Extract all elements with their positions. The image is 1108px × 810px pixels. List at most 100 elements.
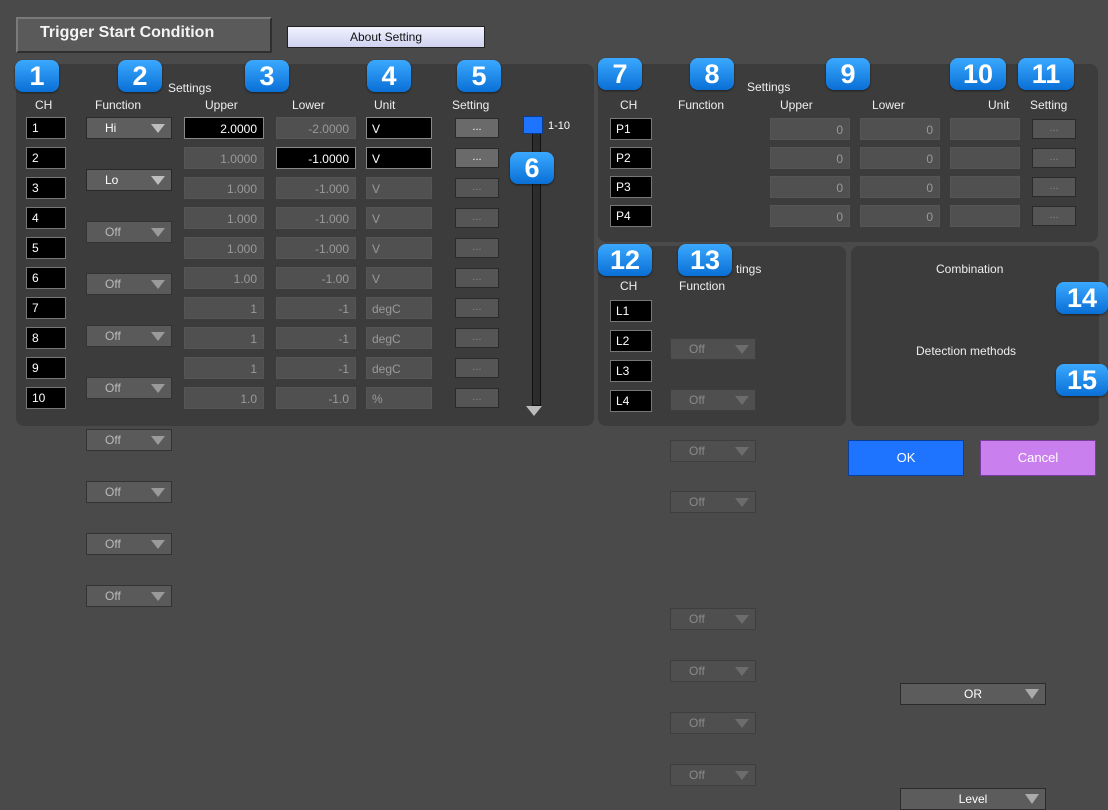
callout-badge-9: 9 [826,58,870,90]
pulse-function-dropdown[interactable]: Off [670,389,756,411]
setting-button[interactable]: ... [455,388,499,408]
lower-input[interactable]: -1.000 [276,177,356,199]
detection-method-dropdown[interactable]: Level [900,788,1046,810]
upper-input[interactable]: 1.0 [184,387,264,409]
pulse-upper-input[interactable]: 0 [770,118,850,140]
unit-field[interactable]: degC [366,357,432,379]
pulse-setting-button[interactable]: ... [1032,148,1076,168]
unit-field[interactable]: V [366,267,432,289]
function-dropdown[interactable]: Off [86,221,172,243]
function-dropdown[interactable]: Off [86,273,172,295]
logic-function-dropdown[interactable]: Off [670,660,756,682]
header-upper: Upper [205,98,238,112]
lower-input[interactable]: -1 [276,357,356,379]
lower-input[interactable]: -1.0000 [276,147,356,169]
pulse-function-dropdown[interactable]: Off [670,491,756,513]
pulse-function-dropdown[interactable]: Off [670,440,756,462]
function-value: Hi [105,121,117,135]
pulse-unit-field[interactable] [950,147,1020,169]
combination-label: Combination [936,262,1004,276]
pulse-lower-input[interactable]: 0 [860,205,940,227]
pulse-upper-input[interactable]: 0 [770,205,850,227]
function-value: Off [105,381,121,395]
pulse-unit-field[interactable] [950,205,1020,227]
unit-field[interactable]: V [366,177,432,199]
upper-input[interactable]: 2.0000 [184,117,264,139]
unit-field[interactable]: V [366,117,432,139]
function-value: Off [105,589,121,603]
channel-label: 4 [26,207,66,229]
scroll-thumb[interactable] [523,116,543,134]
callout-badge-13: 13 [678,244,732,276]
setting-button[interactable]: ... [455,178,499,198]
logic-function-dropdown[interactable]: Off [670,608,756,630]
pulse-setting-button[interactable]: ... [1032,119,1076,139]
pulse-heading: Settings [747,80,791,94]
function-dropdown[interactable]: Off [86,429,172,451]
combination-dropdown[interactable]: OR [900,683,1046,705]
callout-badge-11: 11 [1018,58,1074,90]
setting-button[interactable]: ... [455,238,499,258]
lower-input[interactable]: -1 [276,327,356,349]
setting-button[interactable]: ... [455,208,499,228]
setting-button[interactable]: ... [455,148,499,168]
pulse-lower-input[interactable]: 0 [860,147,940,169]
callout-badge-7: 7 [598,58,642,90]
unit-field[interactable]: % [366,387,432,409]
function-dropdown[interactable]: Hi [86,117,172,139]
pulse-upper-input[interactable]: 0 [770,176,850,198]
setting-button[interactable]: ... [455,358,499,378]
scroll-range-label: 1-10 [548,120,571,132]
upper-input[interactable]: 1.000 [184,177,264,199]
function-dropdown[interactable]: Off [86,481,172,503]
pulse-upper-input[interactable]: 0 [770,147,850,169]
upper-input[interactable]: 1.000 [184,207,264,229]
unit-field[interactable]: degC [366,327,432,349]
header-setting: Setting [452,98,490,112]
unit-field[interactable]: degC [366,297,432,319]
function-dropdown[interactable]: Off [86,377,172,399]
callout-badge-4: 4 [367,60,411,92]
cancel-button[interactable]: Cancel [980,440,1096,476]
setting-button[interactable]: ... [455,298,499,318]
scroll-down-arrow-icon[interactable] [526,406,542,416]
unit-field[interactable]: V [366,147,432,169]
logic-function-dropdown[interactable]: Off [670,764,756,786]
upper-input[interactable]: 1.0000 [184,147,264,169]
chevron-down-icon [151,176,165,185]
pulse-setting-button[interactable]: ... [1032,206,1076,226]
combination-value: OR [964,687,982,701]
pulse-unit-field[interactable] [950,118,1020,140]
pulse-header-setting: Setting [1030,98,1068,112]
lower-input[interactable]: -1.00 [276,267,356,289]
lower-input[interactable]: -1.000 [276,237,356,259]
logic-function-dropdown[interactable]: Off [670,712,756,734]
unit-field[interactable]: V [366,237,432,259]
pulse-lower-input[interactable]: 0 [860,118,940,140]
upper-input[interactable]: 1.00 [184,267,264,289]
channel-label: 9 [26,357,66,379]
upper-input[interactable]: 1 [184,297,264,319]
lower-input[interactable]: -1 [276,297,356,319]
upper-input[interactable]: 1.000 [184,237,264,259]
function-dropdown[interactable]: Off [86,325,172,347]
upper-input[interactable]: 1 [184,327,264,349]
lower-input[interactable]: -2.0000 [276,117,356,139]
unit-field[interactable]: V [366,207,432,229]
pulse-unit-field[interactable] [950,176,1020,198]
setting-button[interactable]: ... [455,268,499,288]
pulse-setting-button[interactable]: ... [1032,177,1076,197]
pulse-lower-input[interactable]: 0 [860,176,940,198]
function-dropdown[interactable]: Off [86,533,172,555]
lower-input[interactable]: -1.0 [276,387,356,409]
setting-button[interactable]: ... [455,328,499,348]
function-value: Off [105,433,121,447]
upper-input[interactable]: 1 [184,357,264,379]
setting-button[interactable]: ... [455,118,499,138]
lower-input[interactable]: -1.000 [276,207,356,229]
function-dropdown[interactable]: Lo [86,169,172,191]
pulse-function-dropdown[interactable]: Off [670,338,756,360]
about-setting-button[interactable]: About Setting [287,26,485,48]
ok-button[interactable]: OK [848,440,964,476]
function-dropdown[interactable]: Off [86,585,172,607]
